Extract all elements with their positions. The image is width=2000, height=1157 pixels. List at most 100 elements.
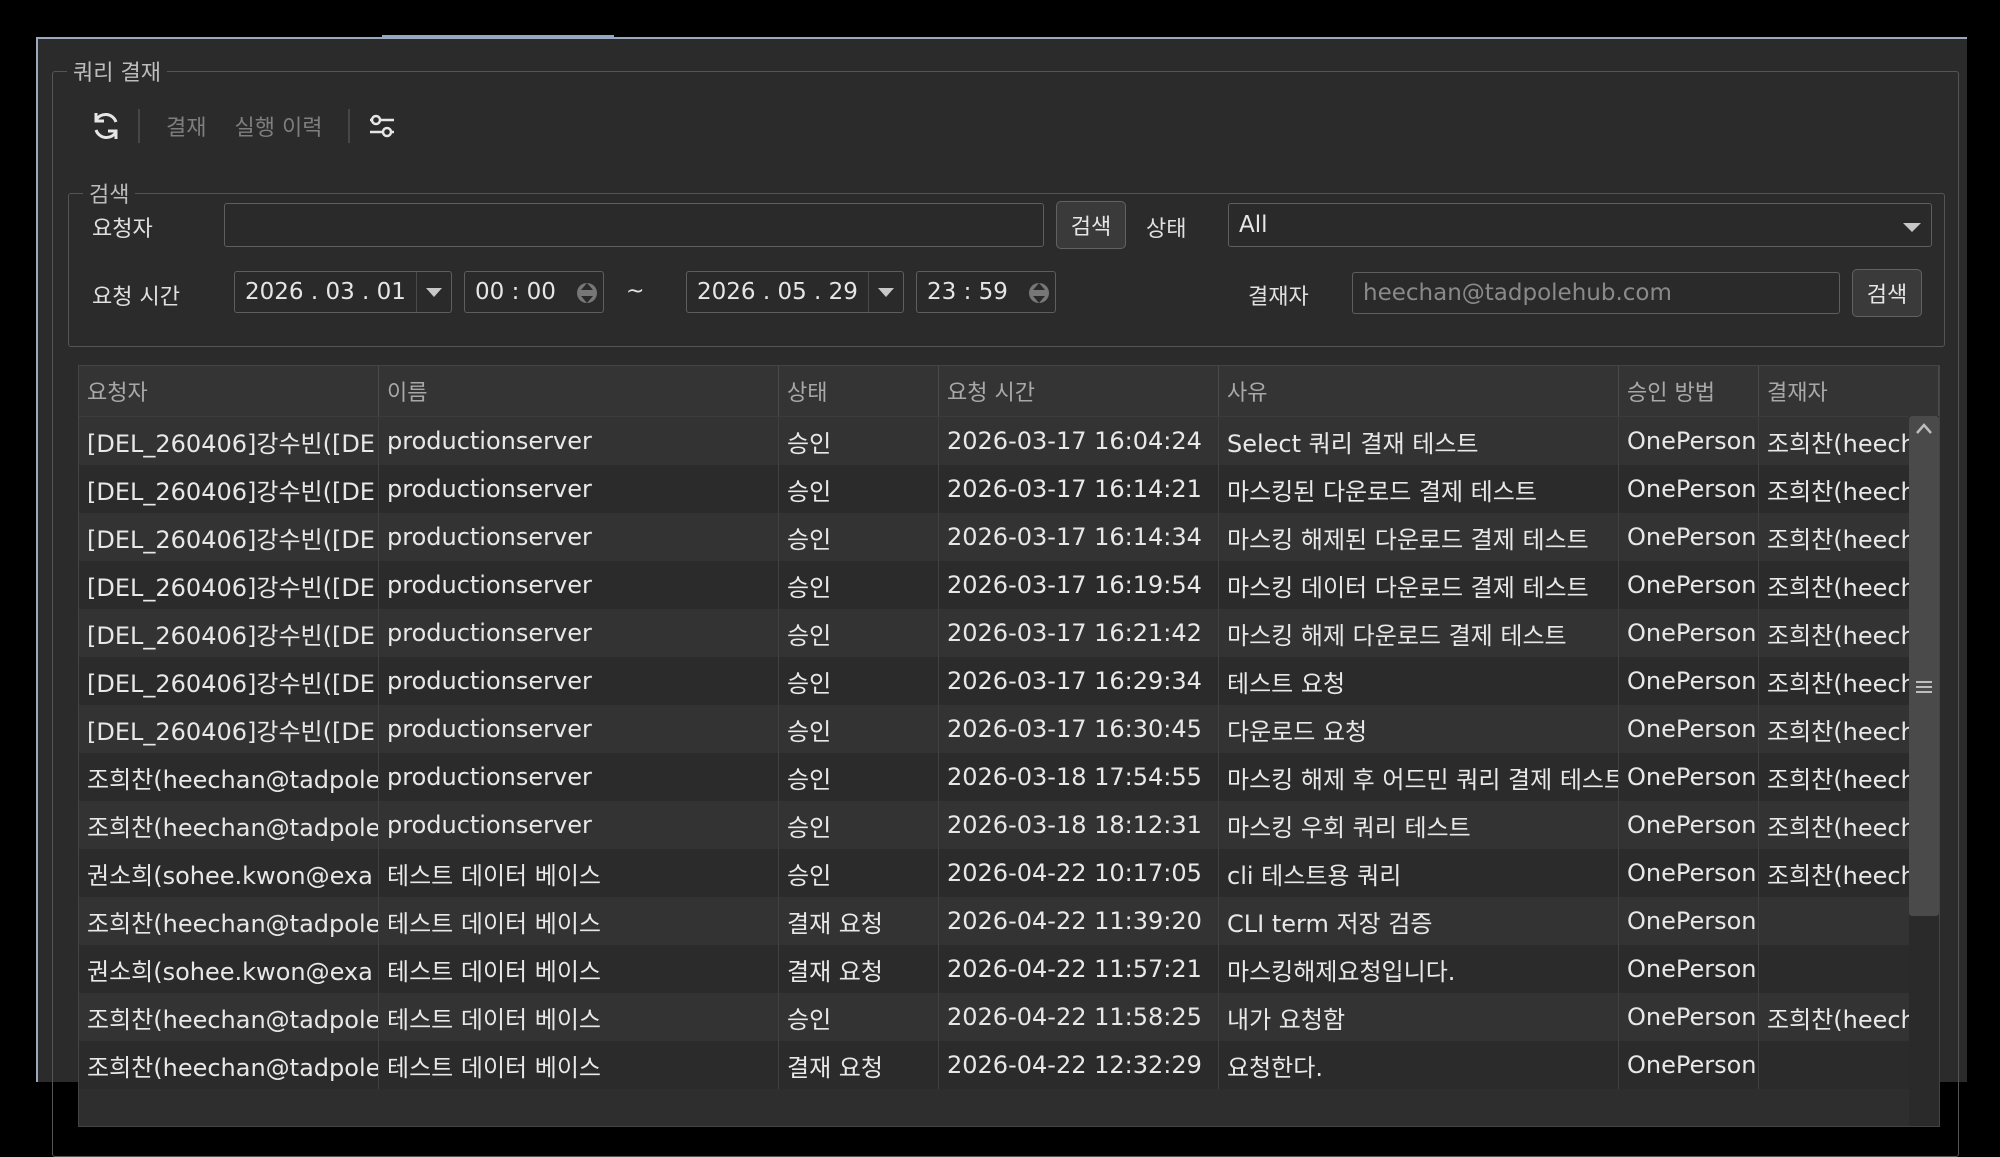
cell-requester: [DEL_260406]강수빈([DE	[79, 705, 379, 753]
cell-approval-method: OnePerson	[1619, 1041, 1759, 1089]
calendar-dropdown-icon[interactable]	[416, 272, 451, 312]
end-date-picker[interactable]: 2026 . 05 . 29	[686, 271, 904, 313]
cell-requester: 권소희(sohee.kwon@exa	[79, 849, 379, 897]
cell-approval-method: OnePerson	[1619, 561, 1759, 609]
table-row[interactable]: 조희찬(heechan@tadpole productionserver 승인 202…	[79, 801, 1939, 849]
column-header-reason[interactable]: 사유	[1219, 366, 1619, 416]
column-header-requester[interactable]: 요청자	[79, 366, 379, 416]
approval-tab[interactable]: 결재	[166, 110, 206, 142]
cell-approval-method: OnePerson	[1619, 657, 1759, 705]
table-row[interactable]: [DEL_260406]강수빈([DE productionserver 승인 202…	[79, 513, 1939, 561]
start-time-value: 00 : 00	[475, 279, 556, 305]
table-row[interactable]: 권소희(sohee.kwon@exa 테스트 데이터 베이스 승인 2026-04-2…	[79, 849, 1939, 897]
status-label: 상태	[1146, 217, 1187, 242]
cell-approval-method: OnePerson	[1619, 849, 1759, 897]
spinner-arrows-icon[interactable]	[575, 275, 599, 311]
column-header-name[interactable]: 이름	[379, 366, 779, 416]
grip-icon	[1916, 681, 1932, 693]
vertical-scrollbar[interactable]	[1909, 416, 1939, 1126]
calendar-dropdown-icon[interactable]	[868, 272, 903, 312]
cell-status: 결재 요청	[779, 1041, 939, 1089]
column-header-approver[interactable]: 결재자	[1759, 366, 1939, 416]
range-separator: ~	[626, 279, 645, 304]
cell-status: 승인	[779, 513, 939, 561]
cell-status: 승인	[779, 609, 939, 657]
table-row[interactable]: 권소희(sohee.kwon@exa 테스트 데이터 베이스 결재 요청 2026-0…	[79, 945, 1939, 993]
scroll-thumb[interactable]	[1909, 416, 1939, 916]
cell-requester: [DEL_260406]강수빈([DE	[79, 513, 379, 561]
cell-approval-method: OnePerson	[1619, 609, 1759, 657]
cell-name: 테스트 데이터 베이스	[379, 1041, 779, 1089]
sliders-icon[interactable]	[362, 106, 402, 146]
cell-reason: 마스킹 해제 후 어드민 쿼리 결제 테스트	[1219, 753, 1619, 801]
approver-placeholder: heechan@tadpolehub.com	[1363, 280, 1672, 306]
cell-requester: 조희찬(heechan@tadpole	[79, 897, 379, 945]
start-date-picker[interactable]: 2026 . 03 . 01	[234, 271, 452, 313]
cell-requester: [DEL_260406]강수빈([DE	[79, 609, 379, 657]
table-row[interactable]: 조희찬(heechan@tadpole productionserver 승인 202…	[79, 753, 1939, 801]
table-row[interactable]: [DEL_260406]강수빈([DE productionserver 승인 202…	[79, 465, 1939, 513]
cell-status: 승인	[779, 753, 939, 801]
cell-approval-method: OnePerson	[1619, 993, 1759, 1041]
chevron-down-icon	[1901, 216, 1923, 242]
cell-reason: CLI term 저장 검증	[1219, 897, 1619, 945]
table-body: [DEL_260406]강수빈([DE productionserver 승인 202…	[79, 417, 1939, 1089]
cell-status: 승인	[779, 561, 939, 609]
approver-input[interactable]: heechan@tadpolehub.com	[1352, 272, 1840, 314]
cell-status: 승인	[779, 417, 939, 465]
toolbar-separator	[348, 109, 351, 143]
toolbar-separator	[138, 109, 140, 143]
cell-requester: 조희찬(heechan@tadpole	[79, 993, 379, 1041]
cell-requester: 조희찬(heechan@tadpole	[79, 1041, 379, 1089]
table-row[interactable]: 조희찬(heechan@tadpole 테스트 데이터 베이스 결재 요청 2026-…	[79, 897, 1939, 945]
cell-approval-method: OnePerson	[1619, 705, 1759, 753]
requester-input[interactable]	[224, 203, 1044, 247]
cell-request-time: 2026-04-22 11:39:20	[939, 897, 1219, 945]
cell-approval-method: OnePerson	[1619, 801, 1759, 849]
table-row[interactable]: [DEL_260406]강수빈([DE productionserver 승인 202…	[79, 609, 1939, 657]
status-select[interactable]: All	[1228, 203, 1932, 247]
panel-title: 쿼리 결재	[73, 61, 161, 86]
cell-request-time: 2026-03-17 16:04:24	[939, 417, 1219, 465]
column-header-status[interactable]: 상태	[779, 366, 939, 416]
cell-request-time: 2026-04-22 10:17:05	[939, 849, 1219, 897]
spinner-arrows-icon[interactable]	[1027, 275, 1051, 311]
cell-requester: 권소희(sohee.kwon@exa	[79, 945, 379, 993]
cell-approval-method: OnePerson	[1619, 945, 1759, 993]
cell-status: 승인	[779, 849, 939, 897]
cell-reason: 다운로드 요청	[1219, 705, 1619, 753]
end-time-spinner[interactable]: 23 : 59	[916, 271, 1056, 313]
table-row[interactable]: 조희찬(heechan@tadpole 테스트 데이터 베이스 결재 요청 2026-…	[79, 1041, 1939, 1089]
approver-search-button[interactable]: 검색	[1852, 269, 1922, 317]
start-date-value: 2026 . 03 . 01	[245, 279, 406, 305]
cell-requester: [DEL_260406]강수빈([DE	[79, 561, 379, 609]
query-approval-window: 쿼리 결재 결재 실행 이력 검색 요청자 검색 상태 All 요청 시간 20…	[36, 37, 1967, 1157]
execution-history-tab[interactable]: 실행 이력	[234, 110, 322, 142]
table-row[interactable]: [DEL_260406]강수빈([DE productionserver 승인 202…	[79, 657, 1939, 705]
column-header-approval-method[interactable]: 승인 방법	[1619, 366, 1759, 416]
start-time-spinner[interactable]: 00 : 00	[464, 271, 604, 313]
cell-name: 테스트 데이터 베이스	[379, 993, 779, 1041]
cell-requester: [DEL_260406]강수빈([DE	[79, 657, 379, 705]
table-row[interactable]: 조희찬(heechan@tadpole 테스트 데이터 베이스 승인 2026-04-…	[79, 993, 1939, 1041]
cell-requester: [DEL_260406]강수빈([DE	[79, 465, 379, 513]
requester-search-button[interactable]: 검색	[1056, 201, 1126, 249]
refresh-icon[interactable]	[86, 106, 126, 146]
cell-request-time: 2026-03-17 16:30:45	[939, 705, 1219, 753]
cell-request-time: 2026-04-22 11:57:21	[939, 945, 1219, 993]
cell-name: productionserver	[379, 513, 779, 561]
cell-request-time: 2026-03-17 16:29:34	[939, 657, 1219, 705]
table-row[interactable]: [DEL_260406]강수빈([DE productionserver 승인 202…	[79, 705, 1939, 753]
cell-status: 승인	[779, 801, 939, 849]
cell-approval-method: OnePerson	[1619, 753, 1759, 801]
status-value: All	[1239, 212, 1268, 238]
cell-reason: 마스킹 해제 다운로드 결제 테스트	[1219, 609, 1619, 657]
cell-request-time: 2026-04-22 12:32:29	[939, 1041, 1219, 1089]
table-row[interactable]: [DEL_260406]강수빈([DE productionserver 승인 202…	[79, 561, 1939, 609]
column-header-request-time[interactable]: 요청 시간	[939, 366, 1219, 416]
table-row[interactable]: [DEL_260406]강수빈([DE productionserver 승인 202…	[79, 417, 1939, 465]
cell-status: 결재 요청	[779, 945, 939, 993]
cell-request-time: 2026-03-17 16:19:54	[939, 561, 1219, 609]
cell-approval-method: OnePerson	[1619, 465, 1759, 513]
table-header: 요청자 이름 상태 요청 시간 사유 승인 방법 결재자	[79, 366, 1939, 417]
